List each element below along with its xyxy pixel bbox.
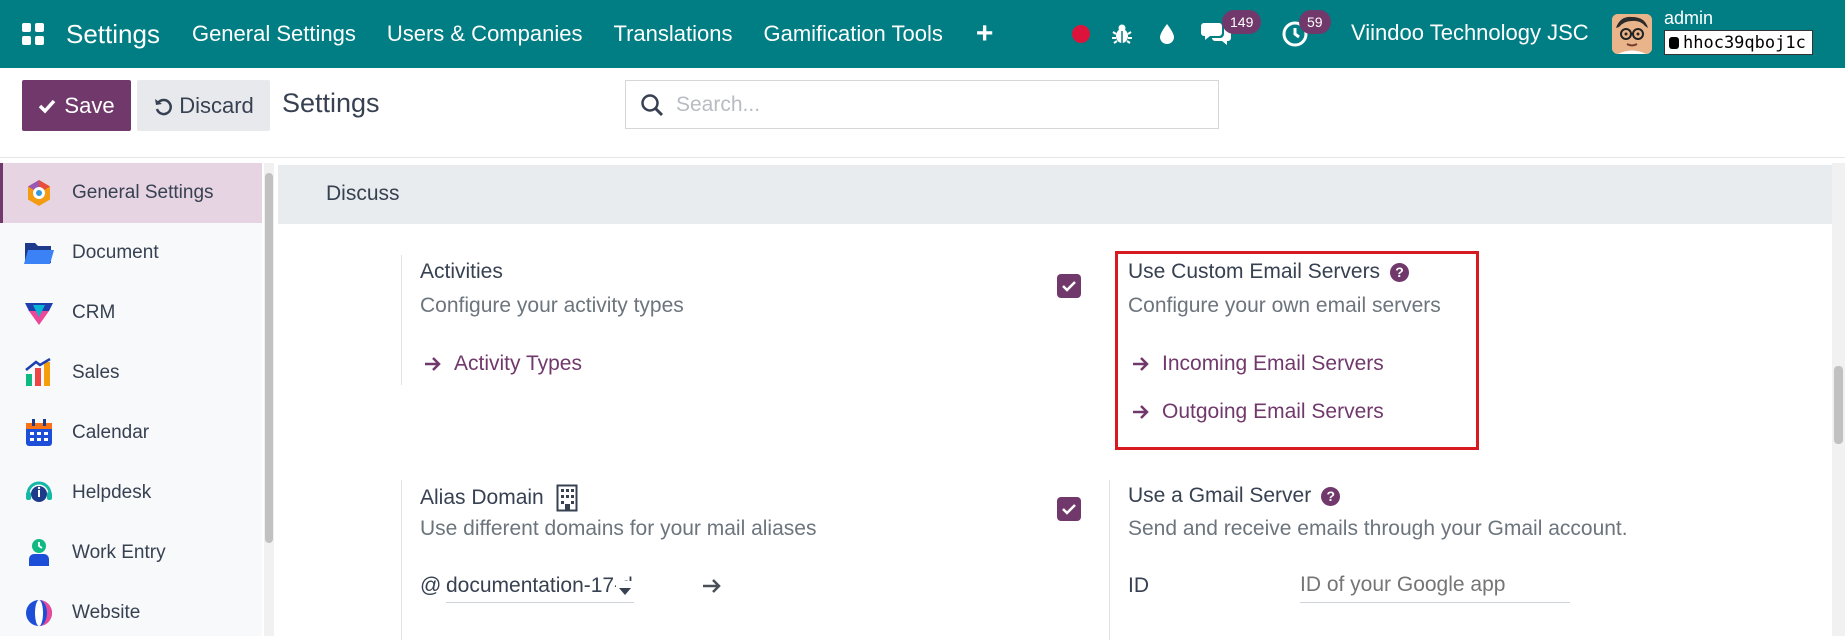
- at-sign: @: [420, 574, 442, 597]
- sidebar-item-website[interactable]: Website: [0, 583, 262, 643]
- gmail-id-label: ID: [1128, 574, 1149, 597]
- website-icon: [22, 596, 56, 630]
- section-header: Discuss: [278, 165, 1832, 224]
- user-name[interactable]: admin: [1664, 8, 1713, 29]
- top-navbar: Settings General Settings Users & Compan…: [0, 0, 1845, 68]
- sidebar-item-crm[interactable]: CRM: [0, 283, 262, 343]
- discard-button[interactable]: Discard: [137, 80, 270, 131]
- messages-count-badge: 149: [1222, 10, 1262, 34]
- sidebar-scrollbar-thumb[interactable]: [265, 173, 273, 543]
- section-title: Discuss: [326, 182, 400, 205]
- undo-icon: [155, 98, 173, 115]
- check-icon: [1062, 281, 1076, 292]
- setting-divider: [1109, 480, 1110, 640]
- dropdown-caret-icon: [616, 581, 634, 602]
- menu-gamification-tools[interactable]: Gamification Tools: [763, 21, 942, 47]
- gmail-server-title: Use a Gmail Server?: [1128, 484, 1341, 508]
- app-grid-icon[interactable]: [0, 0, 66, 68]
- sidebar-item-label: Helpdesk: [72, 482, 152, 503]
- content-scrollbar-thumb[interactable]: [1834, 366, 1843, 444]
- menu-general-settings[interactable]: General Settings: [192, 21, 356, 47]
- search-input[interactable]: [676, 92, 1196, 117]
- alias-domain-title-text: Alias Domain: [420, 486, 544, 509]
- building-icon: [556, 484, 578, 512]
- alias-domain-title: Alias Domain: [420, 484, 578, 512]
- database-tag: hhoc39qboj1c: [1664, 30, 1813, 55]
- sidebar-item-label: Website: [72, 602, 141, 623]
- sidebar-item-sales[interactable]: Sales: [0, 343, 262, 403]
- work-entry-icon: [22, 536, 56, 570]
- save-button[interactable]: Save: [22, 80, 131, 131]
- menu-translations[interactable]: Translations: [613, 21, 732, 47]
- save-label: Save: [64, 92, 115, 118]
- general-settings-icon: [22, 176, 56, 210]
- bug-icon[interactable]: [1110, 0, 1134, 68]
- gmail-server-checkbox[interactable]: [1057, 497, 1081, 521]
- sales-chart-icon: [22, 356, 56, 390]
- activities-title: Activities: [420, 260, 503, 283]
- activities-count-badge: 59: [1299, 10, 1331, 34]
- settings-content: Discuss Activities Configure your activi…: [278, 163, 1832, 640]
- database-name: hhoc39qboj1c: [1683, 33, 1806, 53]
- arrow-right-icon: [425, 357, 441, 371]
- record-icon[interactable]: [1070, 0, 1092, 68]
- calendar-icon: [22, 416, 56, 450]
- settings-sidebar: General Settings Document CRM Sales Cale…: [0, 163, 262, 636]
- sidebar-item-label: Document: [72, 242, 159, 263]
- discard-label: Discard: [179, 92, 254, 118]
- water-drop-icon[interactable]: [1156, 0, 1178, 68]
- check-icon: [39, 99, 56, 114]
- sidebar-item-label: Sales: [72, 362, 120, 383]
- crm-icon: [22, 296, 56, 330]
- sidebar-item-label: CRM: [72, 302, 116, 323]
- highlight-box: [1115, 251, 1479, 450]
- company-switcher[interactable]: Viindoo Technology JSC: [1351, 20, 1589, 46]
- search-bar[interactable]: [625, 80, 1219, 129]
- search-icon: [641, 93, 664, 116]
- sidebar-item-general-settings[interactable]: General Settings: [0, 163, 262, 223]
- user-avatar[interactable]: [1612, 14, 1652, 54]
- activity-types-link[interactable]: Activity Types: [424, 352, 582, 376]
- helpdesk-icon: [22, 476, 56, 510]
- app-brand[interactable]: Settings: [66, 19, 160, 50]
- sidebar-item-document[interactable]: Document: [0, 223, 262, 283]
- alias-domain-value: documentation-17-duy: [446, 574, 634, 597]
- menu-users-companies[interactable]: Users & Companies: [387, 21, 583, 47]
- custom-email-checkbox[interactable]: [1057, 274, 1081, 298]
- check-icon: [1062, 504, 1076, 515]
- alias-domain-description: Use different domains for your mail alia…: [420, 517, 817, 540]
- database-icon: [1669, 37, 1679, 49]
- plus-icon[interactable]: +: [976, 17, 994, 51]
- sidebar-item-label: Calendar: [72, 422, 150, 443]
- page-title: Settings: [282, 88, 380, 118]
- sidebar-item-label: General Settings: [72, 182, 214, 203]
- folder-icon: [22, 236, 56, 270]
- sidebar-item-helpdesk[interactable]: Helpdesk: [0, 463, 262, 523]
- control-panel: Save Discard Settings: [0, 68, 1845, 158]
- sidebar-item-work-entry[interactable]: Work Entry: [0, 523, 262, 583]
- help-icon[interactable]: ?: [1321, 486, 1341, 506]
- activities-description: Configure your activity types: [420, 294, 684, 317]
- activity-types-label: Activity Types: [454, 352, 582, 375]
- sidebar-item-calendar[interactable]: Calendar: [0, 403, 262, 463]
- setting-divider: [401, 255, 402, 385]
- messages-icon[interactable]: [1200, 0, 1232, 68]
- sidebar-item-label: Work Entry: [72, 542, 166, 563]
- setting-divider: [401, 480, 402, 640]
- alias-domain-select[interactable]: documentation-17-duy: [446, 569, 634, 603]
- gmail-server-description: Send and receive emails through your Gma…: [1128, 517, 1628, 540]
- gmail-server-title-text: Use a Gmail Server: [1128, 484, 1312, 507]
- arrow-right-icon[interactable]: [702, 577, 722, 595]
- gmail-id-input[interactable]: [1300, 567, 1570, 603]
